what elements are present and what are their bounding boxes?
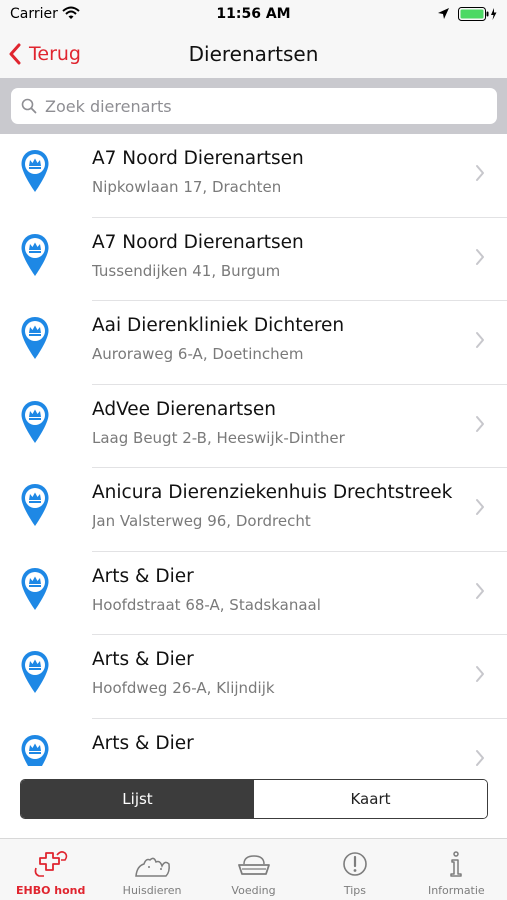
map-pin-icon (21, 400, 49, 443)
segment-list[interactable]: Lijst (21, 780, 254, 818)
vet-list-item[interactable]: AdVee Dierenartsen Laag Beugt 2-B, Heeswi… (0, 385, 507, 469)
chevron-right-icon (476, 749, 484, 766)
page-title: Dierenartsen (188, 42, 319, 66)
vet-address: Laag Beugt 2-B, Heeswijk-Dinther (92, 428, 345, 447)
vet-name: AdVee Dierenartsen (92, 398, 276, 420)
vet-name: A7 Noord Dierenartsen (92, 148, 304, 169)
chevron-right-icon (476, 165, 484, 181)
vet-address: Auroraweg 6-A, Doetinchem (92, 345, 304, 363)
tab-informatie[interactable]: Informatie (406, 839, 507, 900)
vet-name: Aai Dierenkliniek Dichteren (92, 315, 345, 336)
chevron-right-icon (476, 332, 484, 348)
tab-bar: EHBO hond Huisdieren Voeding Tips Inform… (0, 838, 507, 900)
view-segmented-control: Lijst Kaart (20, 779, 488, 819)
vet-address: Nipkowlaan 17, Drachten (92, 178, 282, 196)
chevron-right-icon (476, 666, 484, 682)
search-icon (21, 98, 37, 114)
map-pin-icon (21, 484, 49, 526)
tab-ehbo-hond[interactable]: EHBO hond (0, 839, 101, 900)
food-bowl-icon (237, 855, 270, 875)
search-bar (0, 78, 507, 134)
vet-list-item[interactable]: Aai Dierenkliniek Dichteren Auroraweg 6-A… (0, 301, 507, 385)
vet-name: Arts & Dier (92, 649, 194, 670)
map-pin-icon (21, 233, 49, 276)
info-icon (450, 851, 463, 877)
search-field[interactable] (11, 88, 497, 124)
map-pin-icon (21, 317, 49, 359)
vet-name: A7 Noord Dierenartsen (92, 231, 304, 253)
status-bar: Carrier 11:56 AM (0, 0, 507, 30)
chevron-right-icon (476, 415, 484, 432)
tab-label: EHBO hond (16, 884, 86, 897)
chevron-right-icon (476, 582, 484, 599)
map-pin-icon (21, 734, 49, 766)
vet-list-item[interactable]: Arts & Dier (0, 719, 507, 766)
map-pin-icon (21, 651, 49, 693)
chevron-right-icon (476, 499, 484, 515)
pets-icon (135, 857, 171, 877)
tab-tips[interactable]: Tips (304, 839, 405, 900)
first-aid-icon (34, 851, 67, 877)
vet-name: Arts & Dier (92, 732, 194, 754)
tab-voeding[interactable]: Voeding (203, 839, 304, 900)
exclamation-icon (343, 852, 367, 876)
vet-address: Hoofdstraat 68-A, Stadskanaal (92, 595, 321, 614)
chevron-right-icon (476, 248, 484, 265)
map-pin-icon (21, 150, 49, 192)
vet-address: Jan Valsterweg 96, Dordrecht (92, 512, 311, 530)
tab-huisdieren[interactable]: Huisdieren (101, 839, 202, 900)
tab-label: Voeding (231, 884, 276, 897)
location-arrow-icon (438, 8, 449, 19)
vet-list-item[interactable]: A7 Noord Dierenartsen Nipkowlaan 17, Drac… (0, 134, 507, 218)
vet-list-item[interactable]: A7 Noord Dierenartsen Tussendijken 41, Bu… (0, 218, 507, 302)
search-input[interactable] (45, 96, 485, 116)
view-toggle-bar: Lijst Kaart (0, 766, 507, 838)
vet-list-item[interactable]: Arts & Dier Hoofdstraat 68-A, Stadskanaal (0, 552, 507, 636)
vet-list[interactable]: A7 Noord Dierenartsen Nipkowlaan 17, Drac… (0, 134, 507, 766)
vet-address: Hoofdweg 26-A, Klijndijk (92, 679, 275, 697)
vet-name: Arts & Dier (92, 565, 194, 587)
tab-label: Huisdieren (122, 884, 182, 897)
vet-list-item[interactable]: Arts & Dier Hoofdweg 26-A, Klijndijk (0, 635, 507, 719)
tab-label: Tips (343, 884, 366, 897)
tab-label: Informatie (427, 884, 485, 897)
segment-map[interactable]: Kaart (254, 780, 487, 818)
vet-name: Anicura Dierenziekenhuis Drechtstreek (92, 482, 453, 503)
status-time: 11:56 AM (216, 6, 291, 22)
vet-address: Tussendijken 41, Burgum (92, 261, 281, 280)
map-pin-icon (21, 567, 49, 610)
navigation-bar: Terug Dierenartsen (0, 30, 507, 78)
vet-list-item[interactable]: Anicura Dierenziekenhuis Drechtstreek Jan… (0, 468, 507, 552)
battery-icon (458, 7, 497, 21)
